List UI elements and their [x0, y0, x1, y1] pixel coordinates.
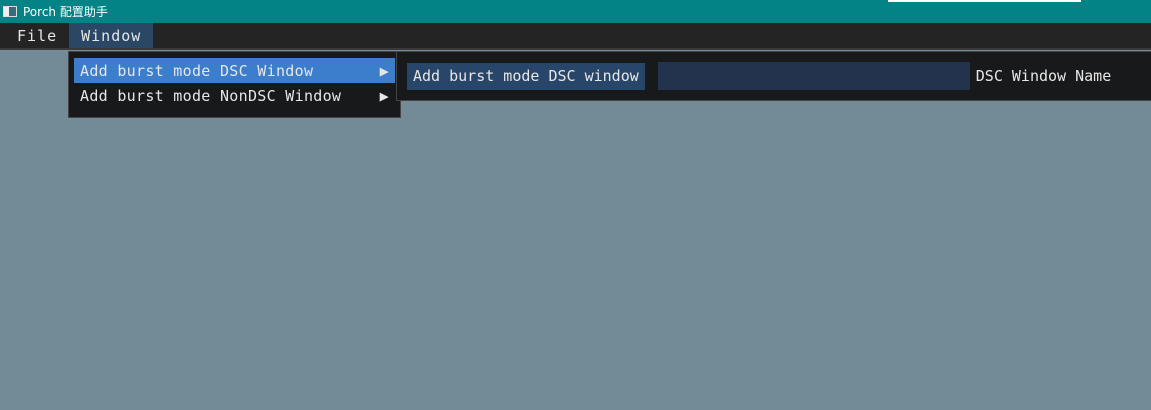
add-dsc-window-button[interactable]: Add burst mode DSC window: [407, 62, 645, 90]
menu-file[interactable]: File: [0, 23, 69, 48]
menu-item-label: Add burst mode DSC Window: [80, 61, 314, 80]
menu-bar: File Window: [0, 23, 1151, 50]
submenu-arrow-icon: ▶: [379, 86, 389, 105]
dsc-submenu: Add burst mode DSC window DSC Window Nam…: [396, 51, 1151, 101]
menu-item-label: Add burst mode NonDSC Window: [80, 86, 342, 105]
dsc-window-name-input[interactable]: [657, 62, 970, 90]
window-menu-popup: Add burst mode DSC Window ▶ Add burst mo…: [68, 51, 401, 118]
title-bar-box: [888, 0, 1081, 2]
dsc-window-name-label: DSC Window Name: [975, 67, 1112, 85]
app-icon: [3, 6, 17, 17]
title-bar: Porch 配置助手: [0, 0, 1151, 23]
menu-window[interactable]: Window: [69, 23, 154, 48]
submenu-arrow-icon: ▶: [379, 61, 389, 80]
menu-item-add-dsc-window[interactable]: Add burst mode DSC Window ▶: [74, 58, 395, 83]
window-title: Porch 配置助手: [23, 5, 108, 19]
menu-item-add-nondsc-window[interactable]: Add burst mode NonDSC Window ▶: [74, 83, 395, 108]
